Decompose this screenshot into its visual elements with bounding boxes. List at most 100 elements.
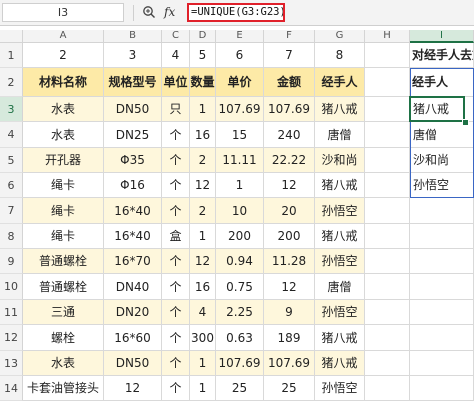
cell-f5[interactable]: 22.22 [264, 148, 315, 173]
cell-g10[interactable]: 唐僧 [315, 274, 365, 300]
cell-a8[interactable]: 绳卡 [23, 224, 104, 249]
cell-c9[interactable]: 个 [162, 249, 190, 274]
cell-g11[interactable]: 孙悟空 [315, 300, 365, 325]
cell-f3[interactable]: 107.69 [264, 97, 315, 122]
cell-c10[interactable]: 个 [162, 274, 190, 300]
row-header-11[interactable]: 11 [0, 300, 23, 325]
cell-d5[interactable]: 2 [190, 148, 216, 173]
cell-d14[interactable]: 1 [190, 376, 216, 401]
cell-f10[interactable]: 12 [264, 274, 315, 300]
cell-b6[interactable]: Φ16 [104, 173, 162, 198]
cell-e13[interactable]: 107.69 [216, 351, 264, 376]
row-header-9[interactable]: 9 [0, 249, 23, 274]
column-header-g[interactable]: G [315, 30, 365, 43]
cell-c5[interactable]: 个 [162, 148, 190, 173]
cell-d12[interactable]: 300 [190, 325, 216, 351]
cell-b1[interactable]: 3 [104, 43, 162, 68]
cell-c7[interactable]: 个 [162, 198, 190, 224]
cell-h14[interactable] [365, 376, 410, 401]
cell-i10[interactable] [410, 274, 474, 300]
cell-b12[interactable]: 16*60 [104, 325, 162, 351]
cell-f1[interactable]: 7 [264, 43, 315, 68]
cell-f7[interactable]: 20 [264, 198, 315, 224]
cell-f13[interactable]: 107.69 [264, 351, 315, 376]
cell-h4[interactable] [365, 122, 410, 148]
cell-f11[interactable]: 9 [264, 300, 315, 325]
cell-b5[interactable]: Φ35 [104, 148, 162, 173]
cell-e7[interactable]: 10 [216, 198, 264, 224]
row-header-4[interactable]: 4 [0, 122, 23, 148]
cell-e6[interactable]: 1 [216, 173, 264, 198]
name-box[interactable]: I3 [2, 3, 124, 22]
cell-b7[interactable]: 16*40 [104, 198, 162, 224]
row-header-2[interactable]: 2 [0, 68, 23, 97]
cell-a1[interactable]: 2 [23, 43, 104, 68]
cell-e9[interactable]: 0.94 [216, 249, 264, 274]
row-header-14[interactable]: 14 [0, 376, 23, 401]
cell-e5[interactable]: 11.11 [216, 148, 264, 173]
cell-b4[interactable]: DN25 [104, 122, 162, 148]
cell-a3[interactable]: 水表 [23, 97, 104, 122]
row-header-5[interactable]: 5 [0, 148, 23, 173]
cell-f12[interactable]: 189 [264, 325, 315, 351]
cell-d10[interactable]: 16 [190, 274, 216, 300]
cell-i7[interactable] [410, 198, 474, 224]
cell-a14[interactable]: 卡套油管接头 [23, 376, 104, 401]
column-header-b[interactable]: B [104, 30, 162, 43]
cell-h11[interactable] [365, 300, 410, 325]
cell-g13[interactable]: 猪八戒 [315, 351, 365, 376]
cell-h2[interactable] [365, 68, 410, 97]
cell-i2[interactable]: 经手人 [410, 68, 474, 97]
cell-e8[interactable]: 200 [216, 224, 264, 249]
cell-i11[interactable] [410, 300, 474, 325]
column-header-a[interactable]: A [23, 30, 104, 43]
cell-c1[interactable]: 4 [162, 43, 190, 68]
row-header-1[interactable]: 1 [0, 43, 23, 68]
cell-c3[interactable]: 只 [162, 97, 190, 122]
cell-a2[interactable]: 材料名称 [23, 68, 104, 97]
cell-e11[interactable]: 2.25 [216, 300, 264, 325]
cell-h1[interactable] [365, 43, 410, 68]
cell-h8[interactable] [365, 224, 410, 249]
cell-b11[interactable]: DN20 [104, 300, 162, 325]
cell-b13[interactable]: DN50 [104, 351, 162, 376]
cell-b2[interactable]: 规格型号 [104, 68, 162, 97]
cell-g9[interactable]: 孙悟空 [315, 249, 365, 274]
cell-d2[interactable]: 数量 [190, 68, 216, 97]
cell-d11[interactable]: 4 [190, 300, 216, 325]
column-header-f[interactable]: F [264, 30, 315, 43]
cell-h12[interactable] [365, 325, 410, 351]
cell-e3[interactable]: 107.69 [216, 97, 264, 122]
cell-b3[interactable]: DN50 [104, 97, 162, 122]
cell-f6[interactable]: 12 [264, 173, 315, 198]
cell-d4[interactable]: 16 [190, 122, 216, 148]
cell-d1[interactable]: 5 [190, 43, 216, 68]
zoom-icon[interactable] [142, 5, 156, 19]
cell-e4[interactable]: 15 [216, 122, 264, 148]
cell-f8[interactable]: 200 [264, 224, 315, 249]
cell-e2[interactable]: 单价 [216, 68, 264, 97]
cell-d3[interactable]: 1 [190, 97, 216, 122]
cell-c14[interactable]: 个 [162, 376, 190, 401]
cell-c4[interactable]: 个 [162, 122, 190, 148]
cell-a6[interactable]: 绳卡 [23, 173, 104, 198]
cell-c6[interactable]: 个 [162, 173, 190, 198]
cell-i8[interactable] [410, 224, 474, 249]
cell-b10[interactable]: DN40 [104, 274, 162, 300]
row-header-12[interactable]: 12 [0, 325, 23, 351]
cell-c13[interactable]: 个 [162, 351, 190, 376]
cell-a9[interactable]: 普通螺栓 [23, 249, 104, 274]
cell-g4[interactable]: 唐僧 [315, 122, 365, 148]
cell-h10[interactable] [365, 274, 410, 300]
cell-g2[interactable]: 经手人 [315, 68, 365, 97]
cell-g6[interactable]: 猪八戒 [315, 173, 365, 198]
cell-c11[interactable]: 个 [162, 300, 190, 325]
cell-a13[interactable]: 水表 [23, 351, 104, 376]
column-header-h[interactable]: H [365, 30, 410, 43]
cell-h13[interactable] [365, 351, 410, 376]
cell-a4[interactable]: 水表 [23, 122, 104, 148]
cell-b8[interactable]: 16*40 [104, 224, 162, 249]
column-header-d[interactable]: D [190, 30, 216, 43]
row-header-3[interactable]: 3 [0, 97, 23, 122]
cell-e14[interactable]: 25 [216, 376, 264, 401]
